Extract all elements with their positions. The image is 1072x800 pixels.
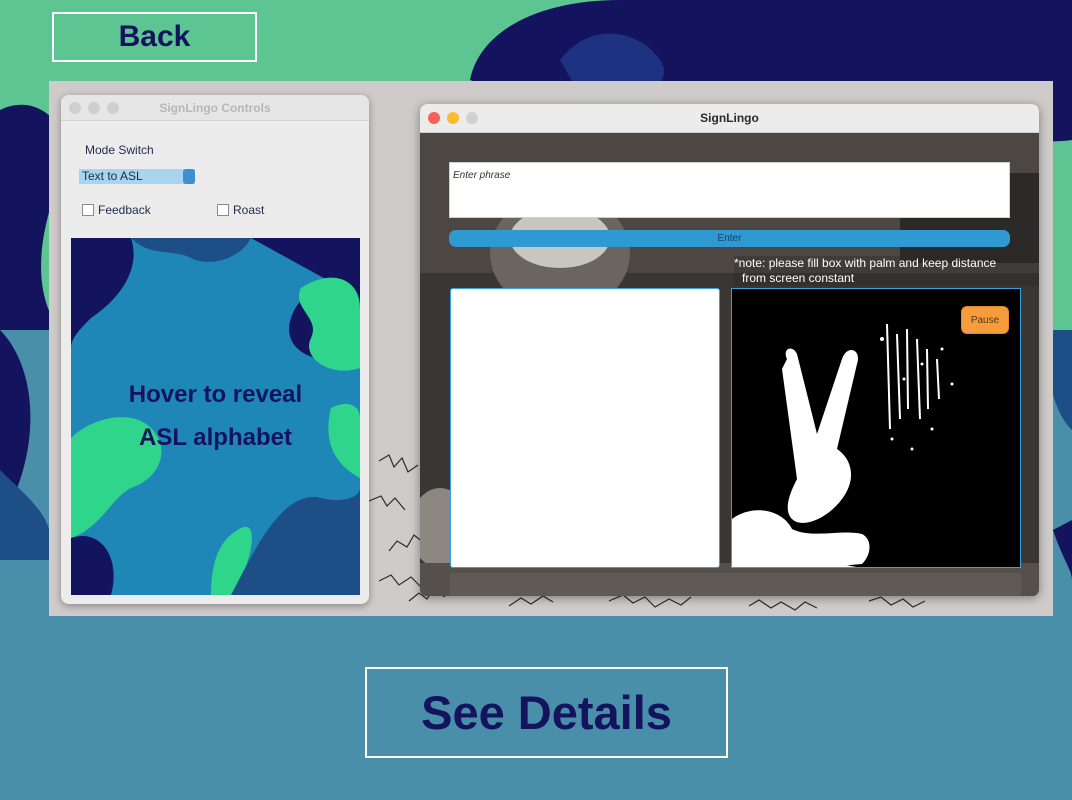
- see-details-button[interactable]: See Details: [365, 667, 728, 758]
- minimize-dot-icon[interactable]: [447, 112, 459, 124]
- translation-output-pane: [450, 288, 720, 568]
- roast-label: Roast: [233, 203, 265, 217]
- feedback-checkbox[interactable]: Feedback: [82, 203, 151, 217]
- pause-button[interactable]: Pause: [961, 306, 1009, 334]
- minimize-dot-icon[interactable]: [88, 102, 100, 114]
- enter-button[interactable]: Enter: [449, 230, 1010, 247]
- phrase-input[interactable]: [450, 169, 1015, 182]
- controls-title: SignLingo Controls: [159, 100, 271, 115]
- signlingo-titlebar: SignLingo: [420, 104, 1039, 133]
- note-line2: from screen constant: [742, 271, 855, 285]
- asl-panel-background: [71, 238, 360, 595]
- feedback-label: Feedback: [98, 203, 151, 217]
- note-text: *note: please fill box with palm and kee…: [734, 256, 1039, 286]
- app-screenshot: SignLingo Controls Mode Switch Text to A…: [49, 81, 1053, 616]
- close-dot-icon[interactable]: [69, 102, 81, 114]
- checkbox-box-icon[interactable]: [217, 204, 229, 216]
- camera-view: Enter *note: please fill box with palm a…: [420, 133, 1039, 596]
- mode-select-value: Text to ASL: [82, 169, 143, 183]
- reveal-text-line2: ASL alphabet: [139, 424, 292, 451]
- mode-select[interactable]: Text to ASL: [79, 169, 195, 184]
- checkbox-box-icon[interactable]: [82, 204, 94, 216]
- phrase-input-box[interactable]: [449, 162, 1015, 218]
- zoom-dot-icon[interactable]: [107, 102, 119, 114]
- roast-checkbox[interactable]: Roast: [217, 203, 264, 217]
- signlingo-title: SignLingo: [700, 111, 759, 125]
- controls-window: SignLingo Controls Mode Switch Text to A…: [61, 95, 369, 604]
- mode-switch-label: Mode Switch: [85, 143, 154, 157]
- reveal-text-line1: Hover to reveal: [128, 381, 303, 408]
- zoom-dot-icon[interactable]: [466, 112, 478, 124]
- back-button[interactable]: Back: [52, 12, 257, 62]
- note-line1: *note: please fill box with palm and kee…: [734, 256, 997, 270]
- close-dot-icon[interactable]: [428, 112, 440, 124]
- asl-alphabet-panel[interactable]: Hover to reveal ASL alphabet: [71, 238, 360, 595]
- camera-bottom-strip: [450, 573, 1021, 596]
- select-handle-icon[interactable]: [183, 169, 195, 184]
- controls-titlebar: SignLingo Controls: [61, 95, 369, 121]
- signlingo-window: SignLingo Enter *note: please fill box w…: [420, 104, 1039, 596]
